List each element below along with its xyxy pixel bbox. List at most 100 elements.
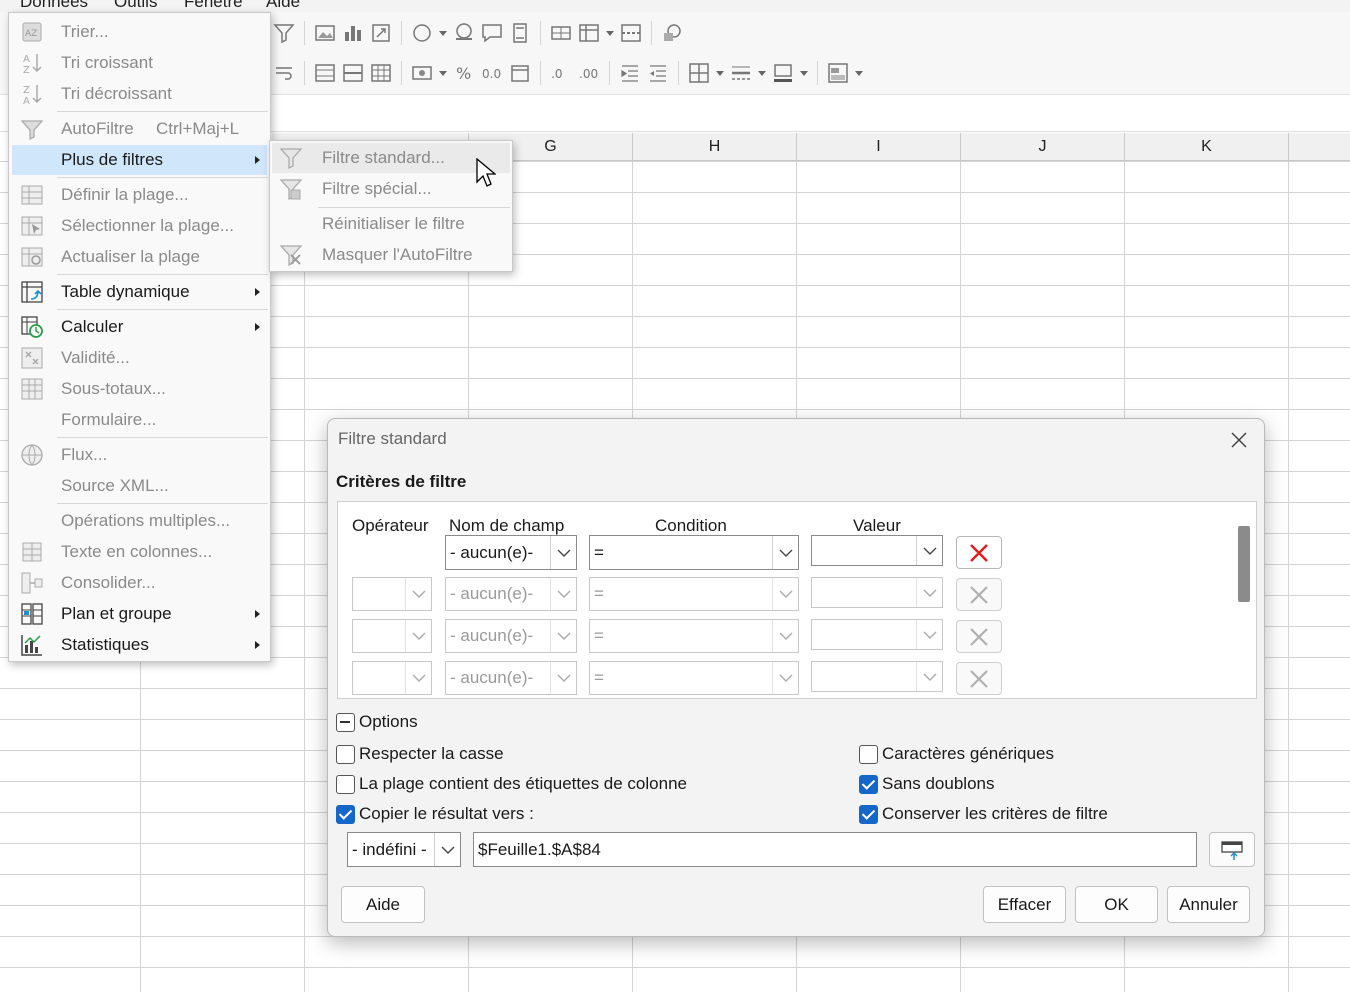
decrease-indent-icon[interactable] [646, 61, 670, 85]
menu-item-statistics[interactable]: Statistiques [9, 630, 270, 660]
border-style-icon[interactable] [729, 61, 753, 85]
row3-condition-select[interactable]: = [589, 619, 799, 653]
menu-item-sort-ascending[interactable]: AZ Tri croissant [9, 48, 270, 78]
borders-icon[interactable] [687, 61, 711, 85]
menu-item-xml-source[interactable]: Source XML... [9, 471, 270, 501]
percent-format-icon[interactable]: % [452, 61, 476, 85]
menu-donnees[interactable]: Données [20, 0, 88, 12]
cancel-button[interactable]: Annuler [1167, 886, 1250, 923]
submenu-item-reset-filter[interactable]: Réinitialiser le filtre [272, 209, 510, 239]
menu-item-consolidate[interactable]: Consolider... [9, 568, 270, 598]
autofilter-toolbar-icon[interactable] [272, 21, 296, 45]
menu-item-refresh-range[interactable]: Actualiser la plage [9, 242, 270, 272]
column-header-h[interactable]: H [633, 133, 797, 161]
row2-field-select[interactable]: - aucun(e)- [445, 577, 577, 611]
menu-item-streams[interactable]: Flux... [9, 440, 270, 470]
row2-condition-select[interactable]: = [589, 577, 799, 611]
freeze-rows-icon[interactable] [577, 21, 601, 45]
borders-dropdown[interactable] [715, 61, 725, 85]
split-window-icon[interactable] [619, 21, 643, 45]
column-header-i[interactable]: I [797, 133, 961, 161]
menu-fenetre[interactable]: Fenêtre [184, 0, 243, 12]
row1-delete-button[interactable] [956, 536, 1002, 569]
row4-operator-select[interactable] [352, 661, 432, 695]
border-color-icon[interactable] [771, 61, 795, 85]
menu-item-define-range[interactable]: Définir la plage... [9, 180, 270, 210]
copy-target-select[interactable]: - indéfini - [347, 832, 461, 867]
row2-operator-select[interactable] [352, 577, 432, 611]
delete-decimal-icon[interactable]: .00 [577, 61, 601, 85]
menu-item-calculate[interactable]: Calculer [9, 312, 270, 342]
special-char-dropdown[interactable] [438, 21, 448, 45]
menu-item-pivot-table[interactable]: Table dynamique [9, 277, 270, 307]
case-sensitive-checkbox[interactable] [336, 745, 355, 764]
options-expander[interactable] [336, 713, 355, 732]
has-headers-checkbox[interactable] [336, 775, 355, 794]
row3-delete-button[interactable] [956, 620, 1002, 653]
no-duplicates-checkbox[interactable] [859, 775, 878, 794]
comment-icon[interactable] [480, 21, 504, 45]
submenu-item-special-filter[interactable]: Filtre spécial... [272, 174, 510, 204]
insert-pivot-icon[interactable] [369, 21, 393, 45]
menu-item-more-filters[interactable]: Plus de filtres [12, 145, 267, 175]
wildcards-checkbox[interactable] [859, 745, 878, 764]
keep-criteria-checkbox[interactable] [859, 805, 878, 824]
row2-delete-button[interactable] [956, 578, 1002, 611]
menu-item-autofilter[interactable]: AutoFiltre Ctrl+Maj+L [9, 114, 270, 144]
reset-button[interactable]: Effacer [983, 886, 1066, 923]
ok-button[interactable]: OK [1075, 886, 1158, 923]
shrink-dialog-button[interactable] [1209, 832, 1255, 867]
menu-item-sort-descending[interactable]: ZA Tri décroissant [9, 79, 270, 109]
align-bottom-icon[interactable] [369, 61, 393, 85]
align-center-v-icon[interactable] [341, 61, 365, 85]
row3-field-select[interactable]: - aucun(e)- [445, 619, 577, 653]
wrap-text-icon[interactable] [272, 61, 296, 85]
menu-outils[interactable]: Outils [114, 0, 157, 12]
menu-item-multiple-operations[interactable]: Opérations multiples... [9, 506, 270, 536]
row3-operator-select[interactable] [352, 619, 432, 653]
help-button[interactable]: Aide [341, 886, 425, 923]
menu-item-text-to-columns[interactable]: Texte en colonnes... [9, 537, 270, 567]
menu-item-select-range[interactable]: Sélectionner la plage... [9, 211, 270, 241]
row2-value-select[interactable] [811, 577, 943, 608]
date-format-icon[interactable] [508, 61, 532, 85]
hyperlink-icon[interactable] [452, 21, 476, 45]
column-header-l[interactable] [1289, 133, 1350, 161]
menu-item-form[interactable]: Formulaire... [9, 405, 270, 435]
row4-field-select[interactable]: - aucun(e)- [445, 661, 577, 695]
freeze-dropdown[interactable] [605, 21, 615, 45]
menu-item-validity[interactable]: Validité... [9, 343, 270, 373]
row4-condition-select[interactable]: = [589, 661, 799, 695]
headers-footers-icon[interactable] [508, 21, 532, 45]
copy-results-checkbox[interactable] [336, 805, 355, 824]
row1-value-select[interactable] [811, 535, 943, 566]
menu-aide[interactable]: Aide [266, 0, 300, 12]
criteria-scrollbar[interactable] [1238, 526, 1250, 602]
insert-image-icon[interactable] [313, 21, 337, 45]
copy-target-input[interactable]: $Feuille1.$A$84 [473, 832, 1197, 867]
align-top-icon[interactable] [313, 61, 337, 85]
define-print-range-icon[interactable] [549, 21, 573, 45]
insert-chart-icon[interactable] [341, 21, 365, 45]
number-format-icon[interactable]: 0.0 [480, 61, 504, 85]
currency-dropdown[interactable] [438, 61, 448, 85]
close-icon[interactable] [1228, 429, 1250, 451]
special-char-icon[interactable] [410, 21, 434, 45]
submenu-item-hide-autofilter[interactable]: Masquer l'AutoFiltre [272, 240, 510, 270]
show-draw-functions-icon[interactable] [660, 21, 684, 45]
border-style-dropdown[interactable] [757, 61, 767, 85]
border-color-dropdown[interactable] [799, 61, 809, 85]
column-header-k[interactable]: K [1125, 133, 1289, 161]
row1-condition-select[interactable]: = [589, 535, 799, 570]
column-header-j[interactable]: J [961, 133, 1125, 161]
row4-value-select[interactable] [811, 661, 943, 692]
add-decimal-icon[interactable]: .0 [549, 61, 573, 85]
conditional-format-dropdown[interactable] [854, 61, 864, 85]
row4-delete-button[interactable] [956, 662, 1002, 695]
row3-value-select[interactable] [811, 619, 943, 650]
menu-item-subtotals[interactable]: Sous-totaux... [9, 374, 270, 404]
submenu-item-standard-filter[interactable]: Filtre standard... [272, 143, 510, 173]
row1-field-select[interactable]: - aucun(e)- [445, 535, 577, 570]
increase-indent-icon[interactable] [618, 61, 642, 85]
currency-format-icon[interactable] [410, 61, 434, 85]
